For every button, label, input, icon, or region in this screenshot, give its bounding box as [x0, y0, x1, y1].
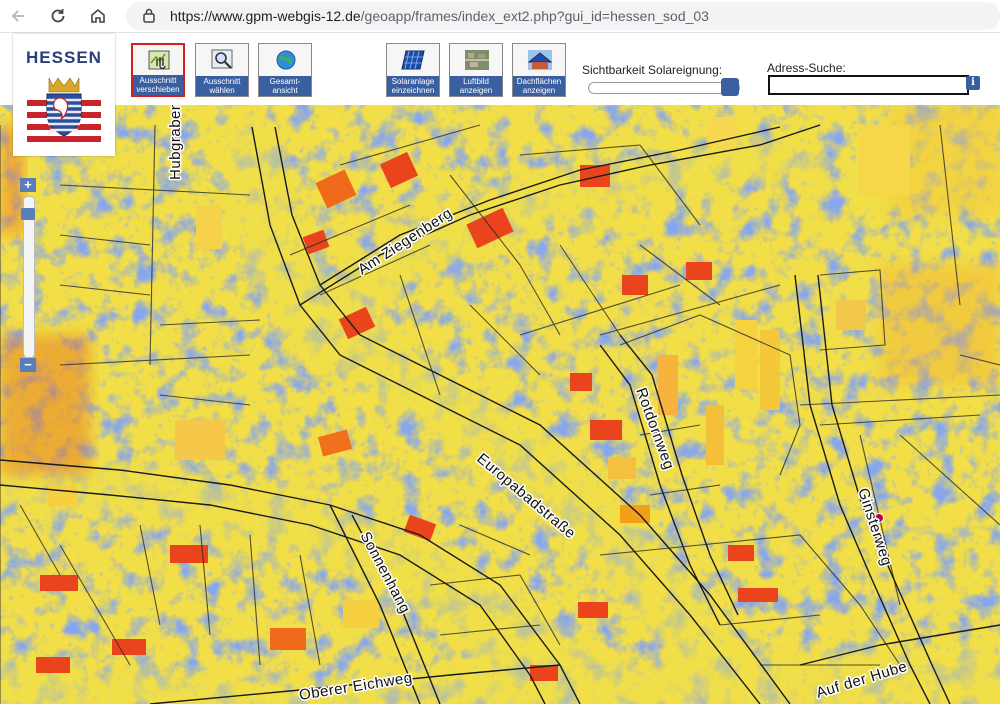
info-icon[interactable]: i	[966, 76, 980, 90]
zoom-select-button[interactable]: Ausschnitt wählen	[195, 43, 249, 97]
full-view-label: Gesamt-ansicht	[259, 76, 311, 96]
site-info-icon[interactable]	[142, 8, 156, 24]
address-search-label: Adress-Suche:	[767, 61, 846, 75]
aerial-photo-icon	[465, 50, 489, 70]
roof-areas-label: Dachflächen anzeigen	[513, 76, 565, 96]
draw-solar-button[interactable]: Solaranlage einzeichnen	[386, 43, 440, 97]
solar-panel-icon	[401, 50, 425, 70]
roof-areas-button[interactable]: Dachflächen anzeigen	[512, 43, 566, 97]
hessen-logo: HESSEN	[13, 34, 115, 156]
hand-map-icon	[148, 50, 170, 70]
roof-house-icon	[527, 50, 553, 70]
back-button[interactable]	[6, 4, 30, 28]
url-host: https://www.gpm-webgis-12.de	[170, 8, 361, 24]
zoom-out-button[interactable]: −	[20, 358, 36, 372]
url-path: /geoapp/frames/index_ext2.php?gui_id=hes…	[360, 8, 709, 24]
browser-toolbar: https://www.gpm-webgis-12.de/geoapp/fram…	[0, 0, 1000, 33]
arrow-left-icon	[11, 10, 24, 22]
pan-tool-button[interactable]: Ausschnitt verschieben	[131, 43, 185, 97]
visibility-slider-handle[interactable]	[721, 78, 739, 96]
home-button[interactable]	[86, 4, 110, 28]
hessen-coat-of-arms-icon	[27, 77, 101, 142]
address-search-input[interactable]	[768, 75, 969, 95]
address-bar[interactable]: https://www.gpm-webgis-12.de/geoapp/fram…	[126, 2, 1000, 30]
map-canvas[interactable]: Hubgraben Hubgraben Am Ziegenberg Am Zie…	[0, 105, 1000, 704]
magnifier-map-icon	[211, 49, 233, 69]
app-toolbar: Ausschnitt verschieben Ausschnitt wählen G…	[0, 33, 1000, 105]
solar-suitability-map[interactable]: Hubgraben Hubgraben Am Ziegenberg Am Zie…	[0, 105, 1000, 704]
globe-icon	[276, 50, 296, 70]
draw-solar-label: Solaranlage einzeichnen	[387, 76, 439, 96]
zoom-in-button[interactable]: +	[20, 178, 36, 192]
pan-tool-label: Ausschnitt verschieben	[133, 75, 183, 95]
aerial-view-label: Luftbild anzeigen	[450, 76, 502, 96]
home-icon	[91, 8, 105, 23]
visibility-label: Sichtbarkeit Solareignung:	[582, 63, 723, 77]
reload-button[interactable]	[46, 4, 70, 28]
visibility-slider-track[interactable]	[588, 82, 740, 94]
url-text: https://www.gpm-webgis-12.de/geoapp/fram…	[170, 8, 709, 24]
zoom-slider-track[interactable]	[23, 196, 35, 358]
zoom-slider-handle[interactable]	[21, 208, 35, 220]
reload-icon	[51, 9, 65, 23]
aerial-view-button[interactable]: Luftbild anzeigen	[449, 43, 503, 97]
full-view-button[interactable]: Gesamt-ansicht	[258, 43, 312, 97]
street-label-hubgraben: Hubgraben	[167, 105, 184, 180]
zoom-select-label: Ausschnitt wählen	[196, 76, 248, 96]
